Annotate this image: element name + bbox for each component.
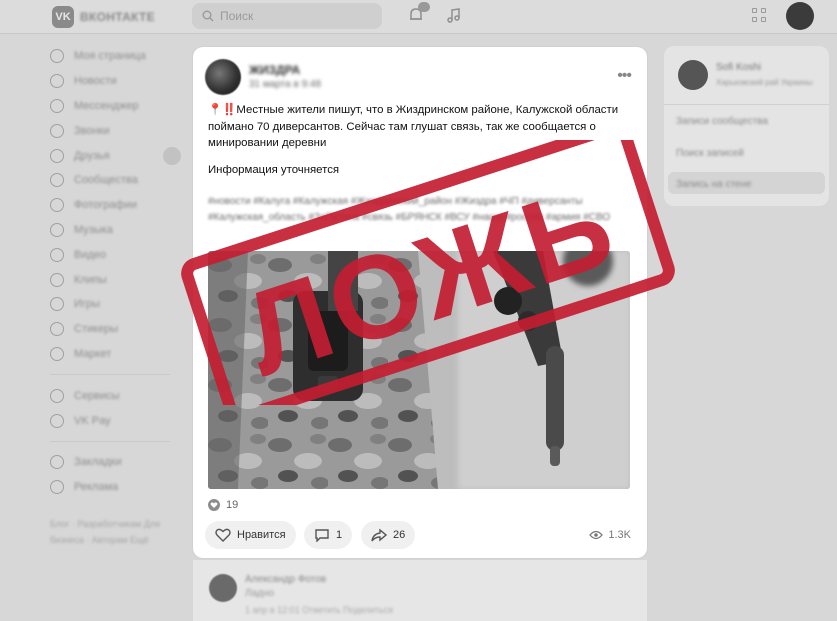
sidebar-item-ads[interactable]: Реклама <box>50 475 190 500</box>
sidebar-item-stickers[interactable]: Стикеры <box>50 317 190 342</box>
message-icon <box>50 98 64 113</box>
user-avatar[interactable] <box>786 2 814 30</box>
more-horizontal-icon[interactable]: ••• <box>617 67 632 85</box>
sidebar-item-messenger[interactable]: Мессенджер <box>50 94 190 119</box>
community-name[interactable]: Sofi Koshi <box>716 62 761 73</box>
heart-outline-icon <box>215 528 231 542</box>
music-note-icon <box>50 222 64 237</box>
post-info-line: Информация уточняется <box>208 164 340 176</box>
sidebar-item-market[interactable]: Маркет <box>50 342 190 367</box>
community-avatar[interactable] <box>678 60 708 90</box>
panel-item-search-posts[interactable]: Поиск записей <box>676 148 744 159</box>
comment-button[interactable]: 1 <box>304 521 353 549</box>
logo-text: ВКОНТАКТЕ <box>80 10 155 24</box>
community-subtitle: Харьковский рай Украины <box>716 78 813 87</box>
post-text: 📍‼️Местные жители пишут, что в Жиздринск… <box>208 104 619 149</box>
apps-grid-icon[interactable] <box>750 6 770 26</box>
post-card: ЖИЗДРА 31 марта в 9:48 ••• 📍‼️Местные жи… <box>193 47 647 558</box>
friends-badge <box>163 147 181 165</box>
likes-count: 19 <box>226 499 239 511</box>
panel-divider <box>664 104 829 105</box>
post-photo[interactable] <box>208 251 630 489</box>
shares-count: 26 <box>393 529 406 541</box>
eye-icon <box>589 530 604 540</box>
commenter-avatar[interactable] <box>209 574 237 602</box>
views-count: 1.3K <box>608 529 631 541</box>
sidebar-divider <box>50 374 170 376</box>
sidebar-item-bookmarks[interactable]: Закладки <box>50 450 190 475</box>
panel-item-wall-post[interactable]: Запись на стене <box>676 179 752 190</box>
sidebar-item-vkpay[interactable]: VK Pay <box>50 408 190 433</box>
sidebar-footer-links[interactable]: Блог · Разработчикам Для бизнеса · Автор… <box>50 516 170 548</box>
heart-icon <box>208 499 220 511</box>
search-input[interactable]: Поиск <box>192 3 382 29</box>
sticker-icon <box>50 322 64 337</box>
like-label: Нравится <box>237 529 286 541</box>
news-icon <box>50 74 64 89</box>
sidebar-item-music[interactable]: Музыка <box>50 218 190 243</box>
share-button[interactable]: 26 <box>361 521 416 549</box>
left-sidebar: Моя страница Новости Мессенджер Звонки Д… <box>50 44 190 548</box>
likes-summary[interactable]: 19 <box>208 499 238 511</box>
friends-icon <box>50 148 64 163</box>
sidebar-item-services[interactable]: Сервисы <box>50 383 190 408</box>
top-bar: VK ВКОНТАКТЕ Поиск <box>0 0 837 34</box>
sidebar-divider <box>50 440 170 442</box>
search-placeholder: Поиск <box>220 9 254 23</box>
soldier-photo-image <box>208 251 630 489</box>
sidebar-item-photos[interactable]: Фотографии <box>50 193 190 218</box>
share-icon <box>371 528 387 542</box>
views-counter: 1.3K <box>589 529 631 541</box>
sidebar-item-clips[interactable]: Клипы <box>50 267 190 292</box>
user-icon <box>50 49 64 64</box>
comment-meta[interactable]: 1 апр в 12:01 Ответить Поделиться <box>245 605 393 615</box>
post-date[interactable]: 31 марта в 9:48 <box>249 79 321 90</box>
commenter-name[interactable]: Александр Фотов <box>245 574 326 585</box>
search-icon <box>202 10 214 22</box>
comment-text: Ладно <box>245 588 275 599</box>
clips-icon <box>50 272 64 287</box>
photo-icon <box>50 198 64 213</box>
vk-logo-icon: VK <box>52 6 74 28</box>
sidebar-item-news[interactable]: Новости <box>50 69 190 94</box>
ads-icon <box>50 480 64 495</box>
like-button[interactable]: Нравится <box>205 521 296 549</box>
post-author-avatar[interactable] <box>205 59 241 95</box>
sidebar-item-my-page[interactable]: Моя страница <box>50 44 190 69</box>
pay-icon <box>50 413 64 428</box>
sidebar-item-communities[interactable]: Сообщества <box>50 168 190 193</box>
game-icon <box>50 297 64 312</box>
phone-icon <box>50 123 64 138</box>
sidebar-item-video[interactable]: Видео <box>50 242 190 267</box>
music-icon[interactable] <box>444 6 464 26</box>
right-panel: Sofi Koshi Харьковский рай Украины Запис… <box>664 46 829 206</box>
comments-count: 1 <box>336 529 343 541</box>
vk-logo[interactable]: VK ВКОНТАКТЕ <box>52 6 155 28</box>
post-hashtags[interactable]: #новости #Калуга #Калужская #Жиздринский… <box>208 194 633 226</box>
sidebar-item-games[interactable]: Игры <box>50 292 190 317</box>
bookmark-icon <box>50 455 64 470</box>
post-author-name[interactable]: ЖИЗДРА <box>249 63 300 77</box>
panel-item-community-posts[interactable]: Записи сообщества <box>676 116 768 127</box>
community-icon <box>50 173 64 188</box>
comment-icon <box>315 529 329 542</box>
video-icon <box>50 247 64 262</box>
sidebar-item-calls[interactable]: Звонки <box>50 118 190 143</box>
notification-badge <box>418 2 430 12</box>
comment-item: Александр Фотов Ладно 1 апр в 12:01 Отве… <box>193 560 647 621</box>
services-icon <box>50 388 64 403</box>
market-icon <box>50 346 64 361</box>
